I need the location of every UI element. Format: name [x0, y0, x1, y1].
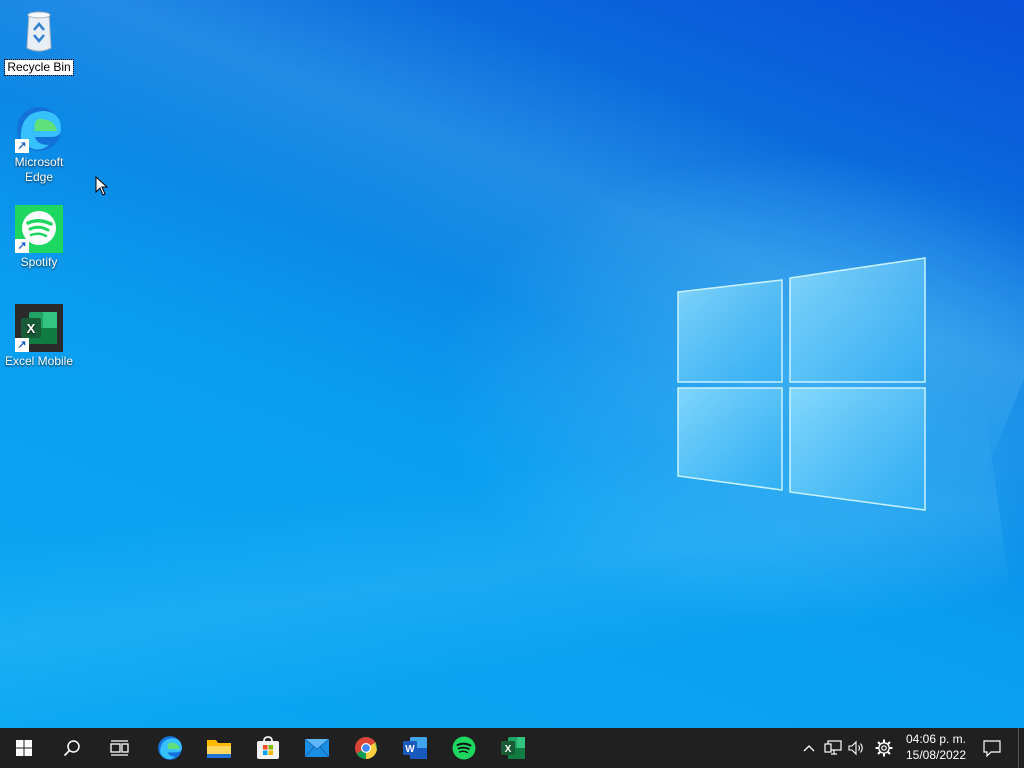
- desktop-icon-label: Microsoft Edge: [14, 155, 64, 184]
- action-center-button[interactable]: [978, 728, 1006, 768]
- show-hidden-icons-button[interactable]: [798, 728, 820, 768]
- desktop-icon-excel-mobile[interactable]: X ↗ Excel Mobile: [2, 304, 76, 369]
- desktop-icon-label: Spotify: [20, 255, 58, 269]
- taskbar-app-microsoft-store[interactable]: [244, 728, 292, 768]
- shortcut-arrow-icon: ↗: [15, 139, 29, 153]
- search-icon: [63, 740, 80, 757]
- mail-icon: [304, 738, 330, 758]
- taskbar-app-chrome[interactable]: [342, 728, 390, 768]
- notifications-icon: [983, 740, 1001, 757]
- mouse-cursor-icon: [95, 176, 109, 196]
- shortcut-arrow-icon: ↗: [15, 239, 29, 253]
- taskbar-app-word[interactable]: W: [391, 728, 439, 768]
- svg-text:W: W: [405, 744, 415, 755]
- task-view-icon: [110, 740, 129, 756]
- taskbar: W X 04:06 p. m. 15/08/2022: [0, 728, 1024, 768]
- desktop-icon-label: Recycle Bin: [4, 59, 74, 76]
- search-button[interactable]: [48, 728, 96, 768]
- desktop-icon-microsoft-edge[interactable]: ↗ Microsoft Edge: [2, 105, 76, 185]
- windows-start-icon: [16, 740, 32, 756]
- clock-date: 15/08/2022: [905, 748, 967, 762]
- volume-icon: [848, 740, 863, 756]
- task-view-button[interactable]: [96, 728, 144, 768]
- excel-icon: X ↗: [15, 304, 63, 352]
- taskbar-app-mail[interactable]: [293, 728, 341, 768]
- word-icon: W: [403, 737, 427, 759]
- start-button[interactable]: [0, 728, 48, 768]
- desktop-icon-label: Excel Mobile: [4, 354, 74, 368]
- store-icon: [257, 736, 279, 759]
- shortcut-arrow-icon: ↗: [15, 338, 29, 352]
- desktop-background[interactable]: Recycle Bin ↗ Microsoft Edge ↗ Spotify X…: [0, 0, 1024, 728]
- desktop-icon-spotify[interactable]: ↗ Spotify: [2, 205, 76, 270]
- taskbar-app-file-explorer[interactable]: [195, 728, 243, 768]
- chrome-icon: [355, 737, 377, 759]
- svg-text:X: X: [27, 321, 36, 336]
- windows-logo-wallpaper: [677, 257, 926, 511]
- clock[interactable]: 04:06 p. m. 15/08/2022: [898, 728, 974, 768]
- desktop-icon-recycle-bin[interactable]: Recycle Bin: [2, 8, 76, 76]
- recycle-bin-icon: [15, 8, 63, 56]
- folder-icon: [207, 740, 231, 758]
- network-button[interactable]: [822, 728, 844, 768]
- svg-text:X: X: [505, 744, 512, 755]
- edge-icon: ↗: [15, 105, 63, 153]
- settings-gear-icon: [875, 739, 893, 757]
- taskbar-app-edge[interactable]: [146, 728, 194, 768]
- settings-button[interactable]: [872, 728, 896, 768]
- chevron-up-icon: [803, 745, 815, 752]
- edge-icon: [158, 736, 182, 760]
- spotify-icon: [452, 736, 476, 760]
- volume-button[interactable]: [846, 728, 868, 768]
- taskbar-app-excel[interactable]: X: [489, 728, 537, 768]
- spotify-icon: ↗: [15, 205, 63, 253]
- network-icon: [824, 740, 842, 755]
- taskbar-app-spotify[interactable]: [440, 728, 488, 768]
- excel-icon: X: [501, 737, 525, 759]
- clock-time: 04:06 p. m.: [905, 732, 967, 746]
- show-desktop-button[interactable]: [1018, 728, 1024, 768]
